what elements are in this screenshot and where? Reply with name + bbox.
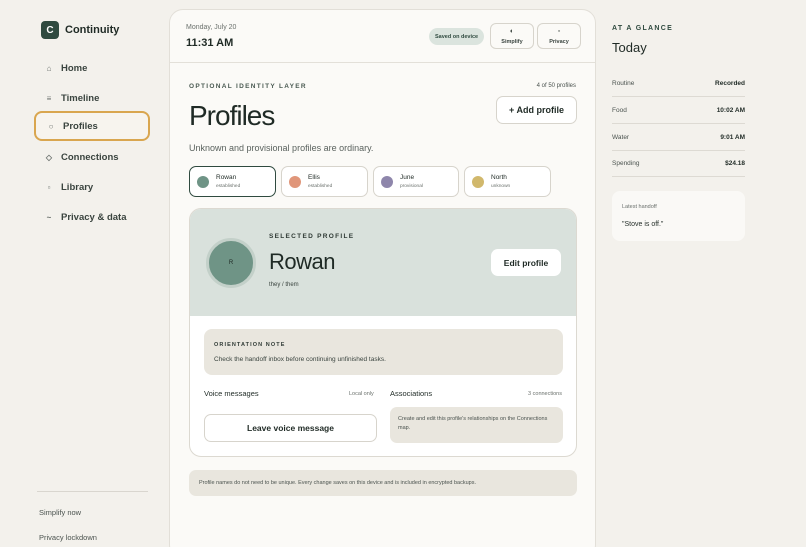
latest-handoff-card[interactable]: Latest handoff "Stove is off." (612, 191, 745, 241)
simplify-label: Simplify (501, 38, 523, 45)
profile-chip-status: provisional (400, 184, 423, 189)
voice-messages-label: Voice messages (204, 389, 259, 398)
profile-chip-status: unknown (491, 184, 511, 189)
privacy-button[interactable]: ▫ Privacy (537, 23, 581, 49)
library-icon: ▫ (47, 182, 51, 192)
contrast-icon: ◐ (509, 27, 515, 35)
stat-row: Routine Recorded (612, 70, 745, 97)
leave-voice-message-button[interactable]: Leave voice message (204, 414, 377, 442)
profile-chip-north[interactable]: North unknown (464, 166, 551, 197)
current-time: 11:31 AM (186, 37, 234, 49)
stat-row: Spending $24.18 (612, 150, 745, 177)
selected-profile-eyebrow: SELECTED PROFILE (269, 233, 355, 240)
connections-icon: ◇ (45, 152, 53, 162)
voice-messages-scope: Local only (349, 391, 374, 397)
associations-count: 3 connections (528, 391, 562, 397)
stat-row: Food 10:02 AM (612, 97, 745, 124)
profile-chip-name: June (400, 174, 415, 181)
associations-note: Create and edit this profile's relations… (390, 407, 563, 443)
stat-label: Routine (612, 79, 635, 87)
associations-label: Associations (390, 389, 433, 398)
privacy-square-icon: ▫ (557, 27, 561, 35)
page-title: Profiles (189, 100, 275, 131)
header-divider (170, 62, 595, 63)
orientation-note: ORIENTATION NOTE Check the handoff inbox… (204, 329, 563, 375)
profile-chip-name: Rowan (216, 174, 237, 181)
brand[interactable]: C Continuity (41, 21, 119, 39)
simplify-now-link[interactable]: Simplify now (39, 508, 81, 517)
sidebar-item-label: Home (61, 62, 88, 74)
privacy-label: Privacy (549, 38, 569, 45)
profile-chip-june[interactable]: June provisional (373, 166, 459, 197)
avatar: R (206, 238, 256, 288)
page-subtitle: Unknown and provisional profiles are ord… (189, 143, 374, 153)
sidebar-item-connections[interactable]: ◇ Connections (34, 142, 150, 172)
stat-row: Water 9:01 AM (612, 124, 745, 151)
selected-profile-pronouns: they / them (269, 282, 299, 288)
stat-value: 10:02 AM (716, 106, 745, 114)
profile-chip-name: Ellis (308, 174, 320, 181)
sidebar-item-home[interactable]: ⌂ Home (34, 53, 150, 83)
stat-label: Spending (612, 159, 640, 167)
glance-eyebrow: AT A GLANCE (612, 25, 674, 32)
simplify-button[interactable]: ◐ Simplify (490, 23, 534, 49)
sidebar-item-label: Connections (61, 151, 119, 163)
profile-chip-ellis[interactable]: Ellis established (281, 166, 368, 197)
profile-card-header: R SELECTED PROFILE Rowan they / them Edi… (190, 209, 576, 316)
privacy-lockdown-link[interactable]: Privacy lockdown (39, 533, 97, 542)
sidebar-item-label: Privacy & data (61, 211, 127, 223)
sidebar-item-timeline[interactable]: ≡ Timeline (34, 83, 150, 113)
main-panel: Monday, July 20 11:31 AM Saved on device… (169, 9, 596, 547)
sidebar-item-library[interactable]: ▫ Library (34, 172, 150, 202)
profile-chip-status: established (308, 184, 333, 189)
profile-chip-status: established (216, 184, 241, 189)
sidebar-item-label: Library (61, 181, 94, 193)
sidebar-item-profiles[interactable]: ○ Profiles (34, 111, 150, 141)
timeline-icon: ≡ (46, 93, 52, 103)
profile-chip-rowan[interactable]: Rowan established (189, 166, 276, 197)
profile-count: 4 of 50 profiles (536, 83, 576, 89)
profile-color-dot (381, 175, 393, 188)
saved-status-badge: Saved on device (429, 28, 485, 45)
selected-profile-card: R SELECTED PROFILE Rowan they / them Edi… (189, 208, 577, 457)
profile-color-dot (197, 175, 209, 188)
stat-value: $24.18 (725, 159, 745, 167)
stat-label: Water (612, 133, 630, 141)
profiles-icon: ○ (48, 121, 54, 131)
current-date: Monday, July 20 (186, 24, 237, 31)
sidebar-divider (37, 491, 148, 492)
handoff-title: Latest handoff (622, 204, 657, 210)
app-logo: C (41, 21, 59, 39)
orientation-note-title: ORIENTATION NOTE (214, 342, 286, 348)
add-profile-button[interactable]: + Add profile (496, 96, 577, 124)
stat-label: Food (612, 106, 627, 114)
stat-value: 9:01 AM (720, 133, 745, 141)
orientation-note-body: Check the handoff inbox before continuin… (214, 356, 386, 363)
glance-title: Today (612, 40, 647, 55)
home-icon: ⌂ (46, 63, 52, 73)
selected-profile-name: Rowan (269, 249, 335, 274)
profile-color-dot (289, 175, 301, 188)
sidebar-item-label: Timeline (61, 92, 100, 104)
stat-value: Recorded (715, 79, 745, 87)
sidebar: C Continuity ⌂ Home ≡ Timeline ○ Profile… (0, 0, 170, 547)
app-name: Continuity (65, 24, 120, 36)
section-eyebrow: OPTIONAL IDENTITY LAYER (189, 83, 307, 90)
sidebar-item-privacy[interactable]: ~ Privacy & data (34, 202, 150, 232)
edit-profile-button[interactable]: Edit profile (491, 249, 561, 276)
handoff-body: "Stove is off." (622, 221, 664, 228)
sidebar-item-label: Profiles (63, 120, 98, 132)
profile-chip-name: North (491, 174, 507, 181)
profile-color-dot (472, 175, 484, 188)
privacy-icon: ~ (46, 212, 52, 222)
profile-footnote: Profile names do not need to be unique. … (189, 470, 577, 496)
